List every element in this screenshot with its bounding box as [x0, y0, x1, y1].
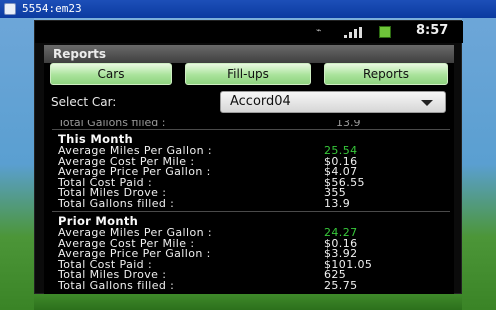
this-month-section: This Month Average Miles Per Gallon :25.… — [58, 132, 448, 210]
window-title: 5554:em23 — [22, 2, 82, 15]
emulator-title-bar: 5554:em23 — [0, 0, 496, 18]
clipped-stat-row: Total Gallons filled : 13.9 — [58, 120, 438, 129]
clipped-stat-label: Total Gallons filled : — [58, 120, 166, 129]
desktop-background-bottom — [34, 294, 462, 310]
desktop-background-right — [462, 18, 496, 310]
stat-value: 25.75 — [324, 278, 358, 292]
app-title: Reports — [53, 47, 107, 61]
stat-label: Total Gallons filled : — [58, 278, 175, 292]
usb-icon: ⌁ — [316, 26, 322, 36]
reports-screen: Cars Fill-ups Reports Select Car: Accord… — [44, 63, 454, 295]
report-stats-scroll[interactable]: Total Gallons filled : 13.9 This Month A… — [52, 120, 450, 295]
car-select-value: Accord04 — [230, 94, 291, 109]
desktop-background-left — [0, 18, 34, 310]
signal-icon — [344, 27, 364, 38]
section-divider — [52, 211, 450, 212]
tab-cars[interactable]: Cars — [50, 63, 172, 85]
stat-row: Total Gallons filled : 25.75 — [58, 278, 448, 292]
dropdown-arrow-icon — [421, 100, 433, 106]
status-time: 8:57 — [416, 23, 449, 38]
tab-fill-ups[interactable]: Fill-ups — [185, 63, 311, 85]
car-select-row: Select Car: Accord04 — [44, 91, 454, 119]
window-icon — [4, 3, 16, 15]
prior-month-section: Prior Month Average Miles Per Gallon :24… — [58, 214, 448, 292]
stat-label: Total Gallons filled : — [58, 196, 175, 210]
clipped-stat-value: 13.9 — [336, 120, 361, 129]
tab-bar: Cars Fill-ups Reports — [44, 63, 454, 89]
battery-icon — [379, 26, 391, 38]
section-divider — [52, 129, 450, 130]
select-car-label: Select Car: — [51, 95, 117, 109]
stat-row: Total Gallons filled : 13.9 — [58, 196, 448, 210]
phone-screen: ⌁ 8:57 Reports Cars Fill-ups Reports Sel… — [34, 20, 463, 295]
tab-reports[interactable]: Reports — [324, 63, 448, 85]
stat-value: 13.9 — [324, 196, 351, 210]
status-bar: ⌁ 8:57 — [35, 21, 463, 43]
car-select-dropdown[interactable]: Accord04 — [220, 91, 446, 113]
app-title-bar: Reports — [44, 45, 454, 63]
